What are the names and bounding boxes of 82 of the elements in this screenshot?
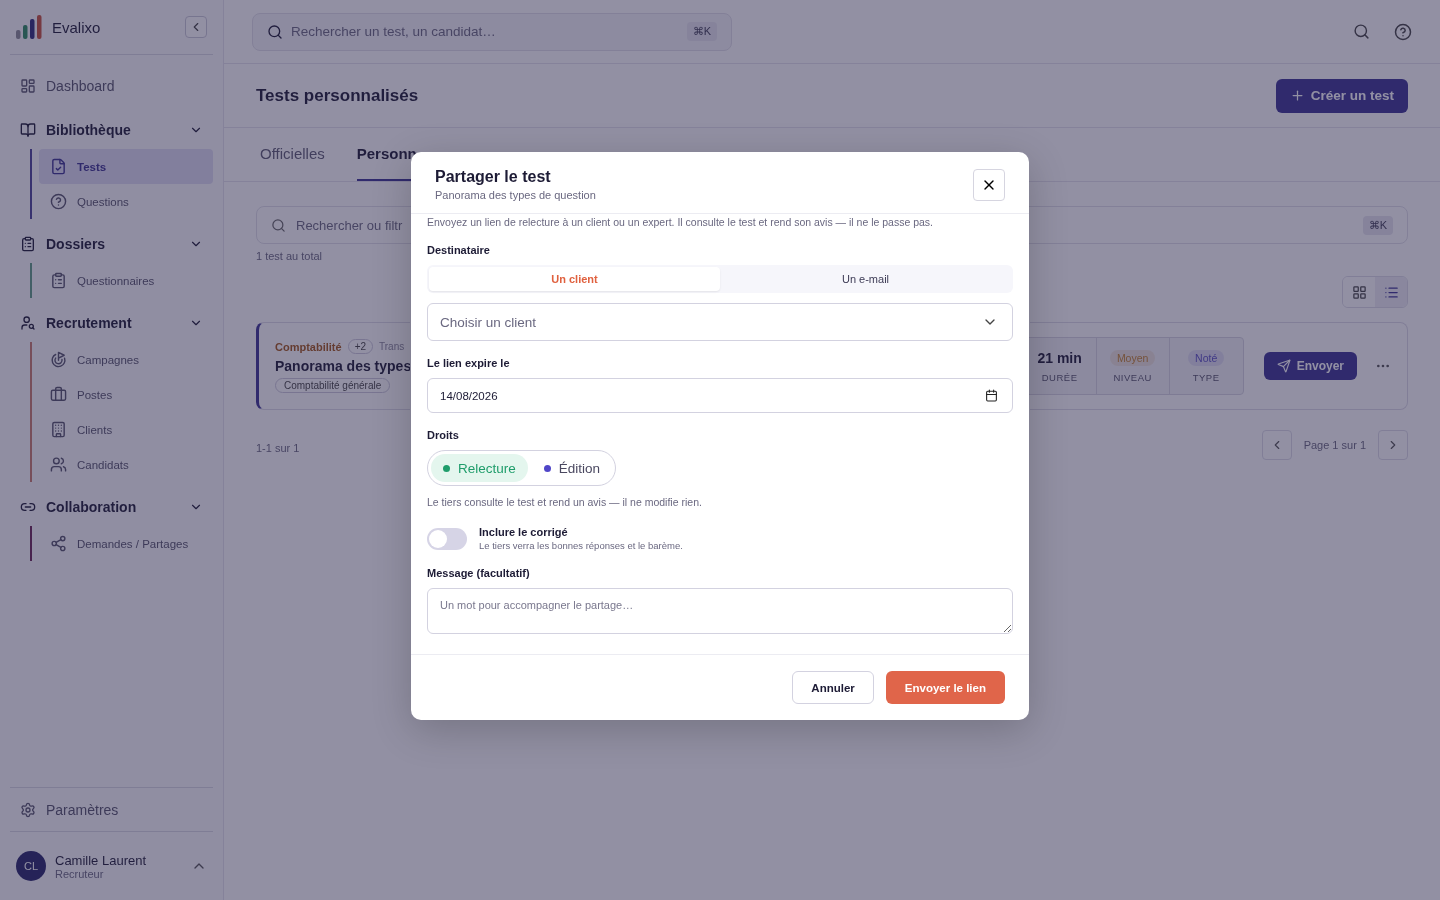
stat-label: DURÉE	[1041, 371, 1078, 383]
nav-section[interactable]: Bibliothèque	[10, 111, 213, 149]
user-role: Recruteur	[55, 867, 105, 880]
field-label: Destinataire	[427, 244, 491, 256]
nav-link[interactable]: Dashboard	[10, 67, 213, 105]
search-icon	[267, 23, 283, 40]
brand-name: Evalixo	[52, 18, 102, 36]
cancel-button[interactable]: Annuler	[792, 671, 874, 704]
calendar-icon[interactable]	[985, 389, 998, 402]
building-icon	[50, 421, 67, 438]
search-icon[interactable]	[1353, 23, 1370, 40]
nav-item[interactable]: Questionnaires	[39, 263, 213, 298]
field-label: Le lien expire le	[427, 357, 511, 369]
date-field[interactable]: 14/08/2026	[427, 378, 1013, 413]
checklist-icon	[50, 158, 67, 175]
toggle-switch[interactable]	[427, 527, 467, 550]
message-field[interactable]: Un mot pour accompagner le partage…	[427, 588, 1013, 634]
dialog-intro: Envoyez un lien de relecture à un client ou un expert. Il consulte le test et rend son avis — il ne le passe pas.	[427, 216, 935, 228]
briefcase-icon	[50, 386, 67, 403]
settings-icon	[20, 801, 36, 818]
collapse-button[interactable]	[185, 16, 207, 38]
nav-section[interactable]: Collaboration	[10, 488, 213, 526]
dashboard-icon	[20, 78, 36, 94]
recipient-option[interactable]: Un client	[429, 267, 720, 291]
dialog-title: Partager le test	[435, 168, 552, 186]
list-view-button[interactable]	[1375, 277, 1407, 307]
nav-section[interactable]: Recrutement	[10, 304, 213, 342]
nav-item[interactable]: Clients	[39, 412, 213, 447]
clipboard-icon	[20, 236, 36, 252]
search-field[interactable]: Rechercher un test, un candidat… ⌘K	[252, 12, 732, 51]
send-link-button[interactable]: Envoyer le lien	[885, 671, 1005, 704]
create-test-button[interactable]: Créer un test	[1275, 78, 1408, 113]
user-name: Camille Laurent	[55, 852, 148, 868]
filter-placeholder: Rechercher ou filtr	[296, 217, 403, 233]
help-icon	[50, 193, 67, 210]
rights-hint: Le tiers consulte le test et rend un avis — il ne modifie rien.	[427, 496, 703, 508]
dialog-subtitle: Panorama des types de question	[435, 189, 597, 201]
share-icon	[50, 535, 67, 552]
nav-item[interactable]: Postes	[39, 377, 213, 412]
user-avatar: CL	[16, 851, 46, 881]
stat-label: TYPE	[1192, 371, 1220, 383]
settings-link[interactable]: Paramètres	[10, 788, 213, 832]
tab[interactable]: Officielles	[260, 128, 325, 181]
clipboard-icon	[50, 272, 67, 289]
shortcut-key: ⌘K	[1362, 215, 1393, 235]
page-title: Tests personnalisés	[256, 85, 419, 106]
help-icon[interactable]	[1394, 22, 1412, 41]
toggle-hint: Le tiers verra les bonnes réponses et le barème.	[479, 540, 683, 551]
date-value: 14/08/2026	[440, 389, 499, 402]
page-indicator: Page 1 sur 1	[1303, 439, 1366, 451]
nav-item[interactable]: Candidats	[39, 447, 213, 482]
users-icon	[50, 456, 67, 473]
nav-item[interactable]: Questions	[39, 184, 213, 219]
nav-item[interactable]: Demandes / Partages	[39, 526, 213, 561]
toggle-label: Inclure le corrigé	[479, 526, 569, 538]
client-select[interactable]: Choisir un client	[427, 303, 1013, 341]
nav-item[interactable]: Tests	[39, 149, 213, 184]
stat-label: NIVEAU	[1113, 371, 1152, 383]
rights-option[interactable]: Relecture	[431, 454, 528, 482]
nav-item[interactable]: Campagnes	[39, 342, 213, 377]
grid-icon	[1351, 284, 1367, 300]
rights-option[interactable]: Édition	[531, 454, 613, 482]
book-icon	[20, 122, 36, 138]
nav-section[interactable]: Dossiers	[10, 225, 213, 263]
list-icon	[1383, 284, 1399, 300]
stat-value: 21 min	[1037, 349, 1082, 366]
category-label: Comptabilité	[275, 340, 342, 353]
user-search-icon	[20, 315, 36, 331]
test-title: Panorama des types	[275, 358, 410, 374]
shortcut-key: ⌘K	[686, 22, 717, 41]
search-icon	[271, 217, 286, 233]
send-icon	[1276, 359, 1291, 373]
target-icon	[50, 351, 67, 368]
field-label: Message (facultatif)	[427, 567, 531, 579]
plus-icon	[1289, 88, 1305, 103]
close-button[interactable]	[973, 168, 1005, 201]
send-button[interactable]: Envoyer	[1263, 352, 1357, 380]
result-range: 1-1 sur 1	[256, 442, 300, 454]
recipient-option[interactable]: Un e-mail	[720, 267, 1011, 291]
search-placeholder: Rechercher un test, un candidat…	[291, 24, 497, 39]
field-label: Droits	[427, 429, 460, 441]
logo-bars-icon	[16, 15, 42, 39]
